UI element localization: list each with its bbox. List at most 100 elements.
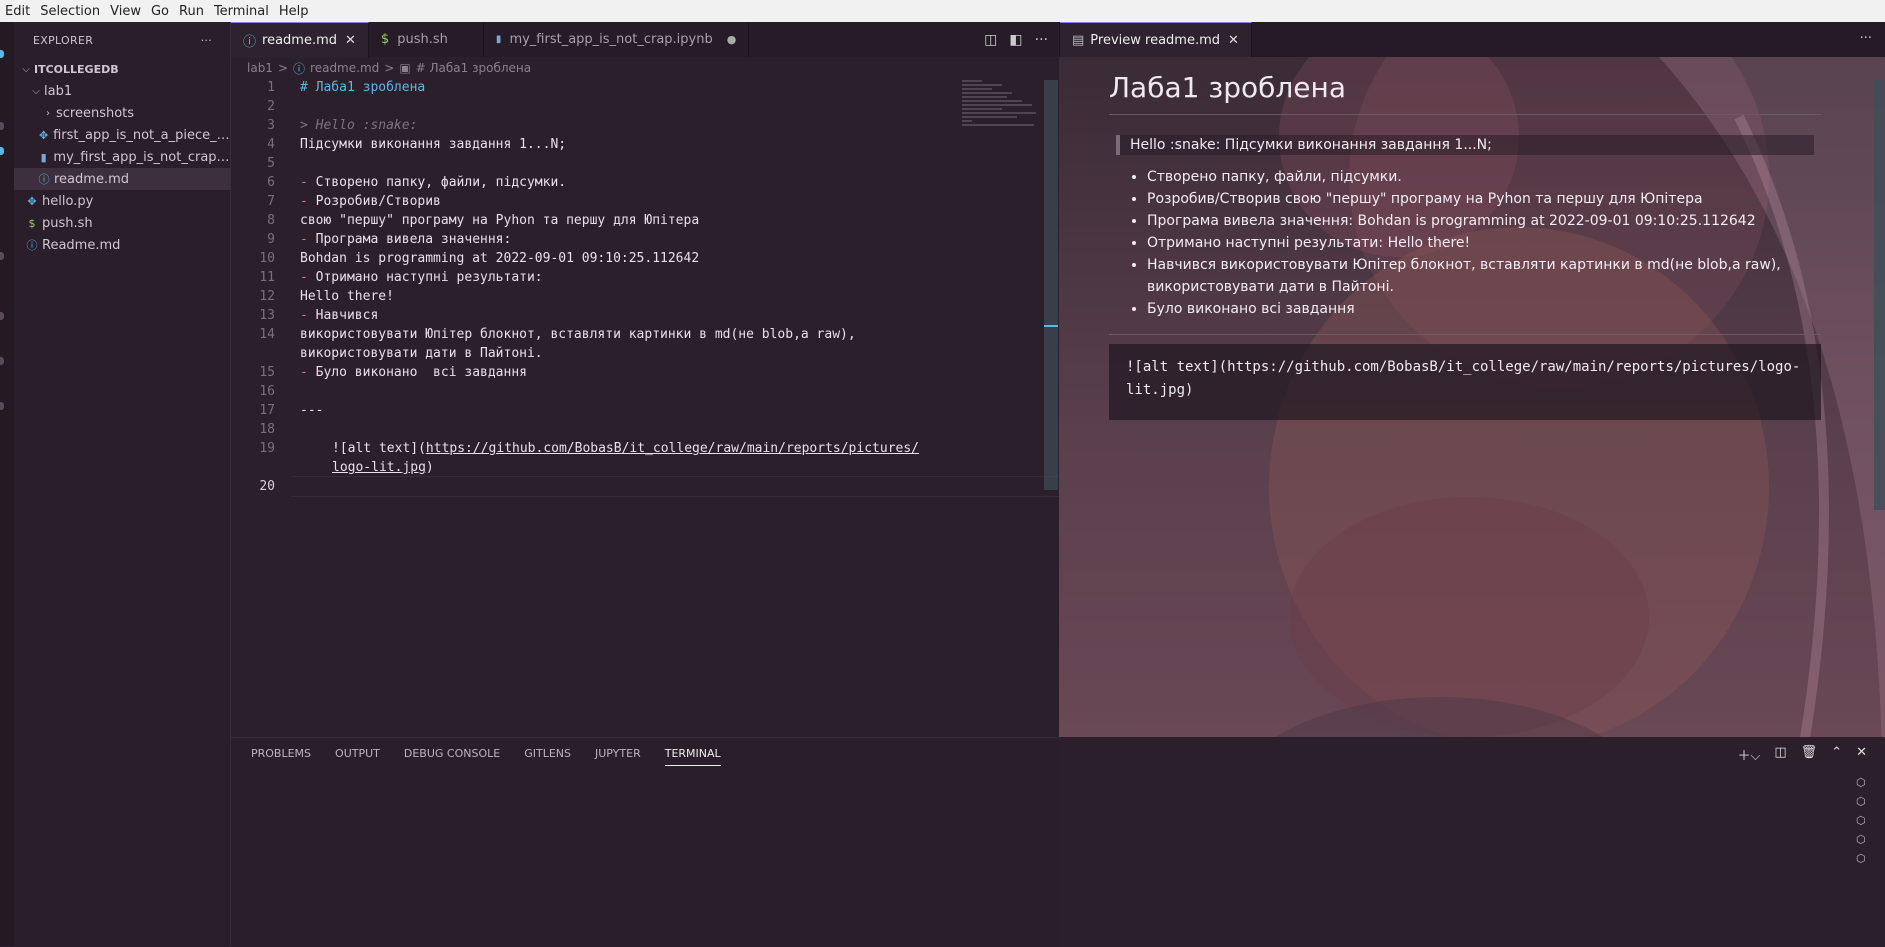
line-text: --- (300, 403, 324, 418)
trash-icon[interactable]: 🗑 (1801, 745, 1818, 764)
terminal-instance-icon[interactable]: ⬡ (1856, 776, 1866, 789)
preview-icon: ▤ (1072, 33, 1085, 48)
menu-go[interactable]: Go (146, 4, 174, 19)
tree-folder-screenshots[interactable]: › screenshots (14, 102, 230, 124)
tree-file-notebook[interactable]: ▮ my_first_app_is_not_crap.i... (14, 146, 230, 168)
tree-label: push.sh (42, 215, 93, 231)
line-number: 19 (259, 441, 275, 456)
minimap[interactable] (962, 80, 1042, 140)
tab-terminal[interactable]: TERMINAL (664, 747, 721, 766)
heading-divider (1109, 114, 1821, 115)
menu-view[interactable]: View (105, 4, 146, 19)
tree-folder-lab1[interactable]: ⌵ lab1 (14, 80, 230, 102)
tab-output[interactable]: OUTPUT (335, 747, 380, 766)
tab-jupyter[interactable]: JUPYTER (595, 747, 641, 766)
list-bullet: - (300, 308, 316, 323)
close-icon[interactable]: ✕ (345, 33, 356, 48)
line-text: ) (425, 460, 434, 475)
menu-bar: Edit Selection View Go Run Terminal Help (0, 0, 1885, 22)
menu-terminal[interactable]: Terminal (209, 4, 274, 19)
line-text: ![alt text]( (332, 441, 426, 456)
tree-file-first-app[interactable]: ✥ first_app_is_not_a_piece_of... (14, 124, 230, 146)
line-number: 9 (267, 232, 275, 247)
breadcrumb-file[interactable]: readme.md (310, 61, 379, 75)
new-terminal-icon[interactable]: ＋⌵ (1738, 745, 1761, 764)
line-text: # Лаба1 зроблена (300, 80, 426, 95)
line-number: 20 (259, 479, 275, 494)
line-number: 3 (267, 118, 275, 133)
list-item: Програма вивела значення: Bohdan is prog… (1147, 210, 1847, 232)
chevron-right-icon: › (46, 107, 50, 119)
editor-line: 1 # Лаба1 зроблена (231, 78, 1041, 97)
menu-run[interactable]: Run (174, 4, 209, 19)
tab-problems[interactable]: PROBLEMS (251, 747, 311, 766)
code-editor[interactable]: 1 # Лаба1 зроблена 2 3 > Hello :snake: 4… (231, 78, 1186, 738)
link-text[interactable]: https://github.com/BobasB/it_college/raw… (426, 441, 919, 456)
tree-label: screenshots (56, 105, 135, 121)
maximize-panel-icon[interactable]: ⌃ (1831, 745, 1842, 764)
editor-line: 6 - Створено папку, файли, підсумки. (231, 173, 1041, 192)
close-icon[interactable]: ✕ (1856, 745, 1867, 764)
tree-file-push-sh[interactable]: $ push.sh (14, 212, 230, 234)
tree-root-label: ITCOLLEGEDB (34, 62, 119, 76)
editor-line: 15 - Було виконано всі завдання (231, 363, 1041, 382)
list-item: Навчився використовувати Юпітер блокнот,… (1147, 254, 1847, 298)
editor-line: 19 ![alt text](https://github.com/BobasB… (231, 439, 1041, 458)
activity-icon[interactable] (0, 357, 4, 365)
tree-file-readme[interactable]: ⓘ readme.md (14, 168, 230, 190)
activity-icon[interactable] (0, 402, 4, 410)
terminal-instance-icon[interactable]: ⬡ (1856, 833, 1866, 846)
more-actions-icon[interactable]: ··· (1860, 31, 1872, 46)
preview-scrollbar[interactable] (1874, 80, 1885, 510)
terminal-instance-icon[interactable]: ⬡ (1856, 852, 1866, 865)
open-preview-icon[interactable]: ◫ (984, 32, 997, 48)
activity-icon[interactable] (0, 312, 4, 320)
link-text[interactable]: logo-lit.jpg (332, 460, 426, 475)
menu-edit[interactable]: Edit (0, 4, 35, 19)
menu-help[interactable]: Help (274, 4, 314, 19)
terminal-instance-icon[interactable]: ⬡ (1856, 814, 1866, 827)
list-bullet: - (300, 365, 316, 380)
panel-background (231, 737, 1059, 947)
tab-push-sh[interactable]: $ push.sh (369, 22, 484, 57)
close-icon[interactable]: ✕ (1228, 33, 1239, 48)
breadcrumb-symbol[interactable]: # Лаба1 зроблена (416, 61, 531, 75)
unsaved-dot-icon[interactable]: ● (727, 33, 737, 46)
split-editor-icon[interactable]: ◧ (1009, 32, 1022, 48)
breadcrumb-folder[interactable]: lab1 (247, 61, 273, 75)
activity-icon[interactable] (0, 147, 4, 155)
tree-file-readme-root[interactable]: ⓘ Readme.md (14, 234, 230, 256)
editor-line: 20 (231, 477, 1041, 496)
tree-root[interactable]: ⌵ ITCOLLEGEDB (14, 58, 230, 80)
editor-scrollbar[interactable] (1044, 80, 1058, 490)
info-icon: ⓘ (293, 61, 306, 76)
editor-line: 10 Bohdan is programming at 2022-09-01 0… (231, 249, 1041, 268)
activity-icon[interactable] (0, 122, 4, 130)
active-view-indicator (0, 50, 4, 58)
menu-selection[interactable]: Selection (35, 4, 105, 19)
line-number: 5 (267, 156, 275, 171)
explorer-more-button[interactable]: ··· (201, 34, 212, 47)
split-terminal-icon[interactable]: ◫ (1774, 745, 1786, 764)
explorer-header: EXPLORER ··· (14, 22, 230, 58)
breadcrumb-separator: > (277, 61, 289, 75)
line-number: 18 (259, 422, 275, 437)
tree-file-hello-py[interactable]: ✥ hello.py (14, 190, 230, 212)
tab-readme[interactable]: ⓘ readme.md ✕ (231, 22, 369, 58)
more-actions-icon[interactable]: ··· (1035, 32, 1048, 48)
editor-line-wrap: logo-lit.jpg) (231, 458, 1041, 477)
panel-tab-bar: PROBLEMS OUTPUT DEBUG CONSOLE GITLENS JU… (251, 747, 721, 766)
preview-code-block: ![alt text](https://github.com/BobasB/it… (1109, 344, 1821, 420)
tab-preview-readme[interactable]: ▤ Preview readme.md ✕ (1060, 22, 1252, 58)
tab-gitlens[interactable]: GITLENS (524, 747, 571, 766)
tab-debug-console[interactable]: DEBUG CONSOLE (404, 747, 500, 766)
line-number: 17 (259, 403, 275, 418)
info-icon: ⓘ (38, 173, 50, 186)
tab-notebook[interactable]: ▮ my_first_app_is_not_crap.ipynb ● (484, 22, 750, 57)
terminal-instance-icon[interactable]: ⬡ (1856, 795, 1866, 808)
activity-icon[interactable] (0, 252, 4, 260)
line-number: 14 (259, 327, 275, 342)
list-bullet: - (300, 232, 316, 247)
tab-label: my_first_app_is_not_crap.ipynb (509, 32, 713, 47)
explorer-title: EXPLORER (33, 33, 94, 47)
